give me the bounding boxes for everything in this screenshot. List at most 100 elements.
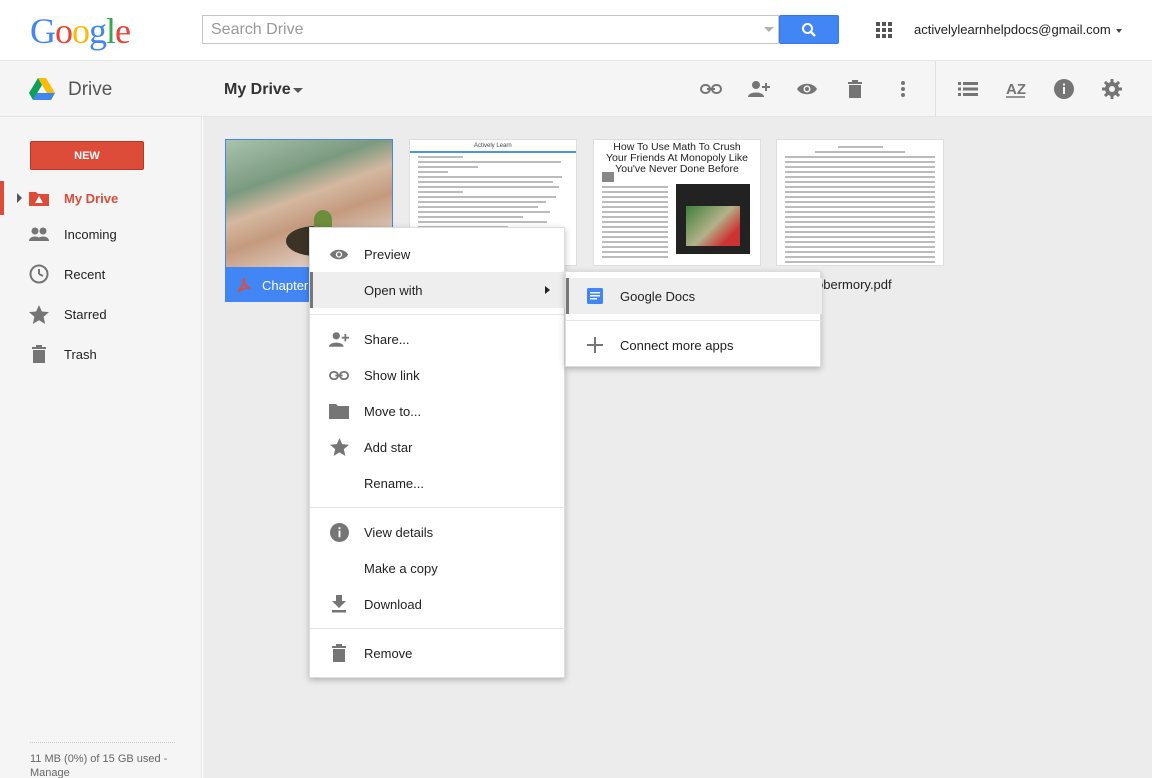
- submenu-divider: [566, 320, 822, 321]
- menu-item-label: Show link: [364, 367, 420, 383]
- star-icon: [28, 303, 50, 325]
- menu-item-label: View details: [364, 524, 434, 540]
- doc-header-title: Actively Learn: [474, 143, 512, 149]
- sidebar-item-incoming[interactable]: Incoming: [0, 217, 202, 251]
- manage-link[interactable]: Manage: [30, 766, 175, 778]
- trash-icon[interactable]: [843, 77, 867, 101]
- submenu-arrow-icon: [545, 286, 550, 294]
- submenu-item-google-docs[interactable]: Google Docs: [566, 278, 822, 314]
- search-button[interactable]: [779, 15, 839, 44]
- apps-grid-icon[interactable]: [876, 22, 892, 38]
- pdf-icon: [236, 277, 252, 293]
- document-text-preview: [785, 146, 935, 265]
- search-box[interactable]: [202, 15, 779, 44]
- context-menu: Preview Open with Share... Show link Mov…: [309, 227, 566, 678]
- search-options-dropdown-icon[interactable]: [764, 27, 774, 32]
- menu-item-label: Make a copy: [364, 560, 438, 576]
- menu-item-make-a-copy[interactable]: Make a copy: [310, 550, 566, 586]
- sidebar: NEW My Drive Incoming Recent Starred Tra…: [0, 117, 202, 778]
- menu-item-label: Remove: [364, 645, 413, 661]
- article-title: How To Use Math To Crush Your Friends At…: [605, 142, 749, 172]
- file-name[interactable]: obermory.pdf: [816, 277, 892, 292]
- sidebar-item-label: Recent: [64, 266, 106, 282]
- menu-item-add-star[interactable]: Add star: [310, 429, 566, 465]
- menu-item-download[interactable]: Download: [310, 586, 566, 622]
- top-bar: Google activelylearnhelpdocs@gmail.com: [0, 0, 1152, 60]
- menu-item-label: Download: [364, 596, 422, 612]
- sidebar-item-label: Starred: [64, 306, 107, 322]
- sidebar-item-my-drive[interactable]: My Drive: [0, 181, 202, 215]
- menu-divider: [310, 507, 566, 508]
- menu-item-label: Move to...: [364, 403, 422, 419]
- storage-quota: 11 MB (0%) of 15 GB used - Manage: [30, 742, 175, 778]
- article-text-preview: [602, 186, 668, 261]
- sidebar-item-starred[interactable]: Starred: [0, 297, 202, 331]
- menu-item-preview[interactable]: Preview: [310, 236, 566, 272]
- menu-item-move-to[interactable]: Move to...: [310, 393, 566, 429]
- menu-divider: [310, 314, 566, 315]
- doc-header-rule: [410, 151, 576, 153]
- menu-item-label: Share...: [364, 331, 410, 347]
- active-indicator: [0, 181, 4, 215]
- menu-item-show-link[interactable]: Show link: [310, 357, 566, 393]
- account-caret-icon[interactable]: [1116, 29, 1122, 33]
- search-input[interactable]: [203, 16, 743, 43]
- people-icon: [28, 223, 50, 245]
- menu-item-share[interactable]: Share...: [310, 321, 566, 357]
- star-icon: [328, 436, 350, 458]
- open-with-submenu: Google Docs Connect more apps: [565, 271, 822, 367]
- menu-item-view-details[interactable]: View details: [310, 514, 566, 550]
- file-tile-tobermory[interactable]: [776, 139, 944, 266]
- menu-item-label: Preview: [364, 246, 411, 262]
- drive-app-name: Drive: [68, 79, 113, 100]
- submenu-item-label: Connect more apps: [620, 337, 734, 353]
- my-drive-icon: [28, 187, 50, 209]
- file-tile-monopoly-article[interactable]: How To Use Math To Crush Your Friends At…: [593, 139, 761, 266]
- menu-item-remove[interactable]: Remove: [310, 635, 566, 671]
- document-text-preview: [418, 156, 568, 231]
- menu-item-label: Rename...: [364, 475, 424, 491]
- link-icon[interactable]: [699, 77, 723, 101]
- sidebar-item-trash[interactable]: Trash: [0, 337, 202, 371]
- sidebar-item-label: My Drive: [64, 190, 119, 206]
- list-view-icon[interactable]: [956, 77, 980, 101]
- preview-eye-icon[interactable]: [795, 77, 819, 101]
- google-docs-icon: [584, 285, 606, 307]
- menu-item-open-with[interactable]: Open with: [310, 272, 566, 308]
- expand-arrow-icon[interactable]: [17, 193, 22, 203]
- share-person-icon[interactable]: [747, 77, 771, 101]
- sidebar-item-recent[interactable]: Recent: [0, 257, 202, 291]
- account-email[interactable]: activelylearnhelpdocs@gmail.com: [914, 22, 1111, 37]
- share-person-icon: [328, 328, 350, 350]
- menu-divider: [310, 628, 566, 629]
- info-icon[interactable]: [1052, 77, 1076, 101]
- author-avatar: [602, 172, 614, 182]
- settings-gear-icon[interactable]: [1100, 77, 1124, 101]
- sidebar-item-label: Trash: [64, 346, 97, 362]
- search-icon: [802, 22, 816, 37]
- trash-icon: [28, 343, 50, 365]
- link-icon: [328, 364, 350, 386]
- plus-icon: [584, 334, 606, 356]
- menu-item-rename[interactable]: Rename...: [310, 465, 566, 501]
- clock-icon: [28, 263, 50, 285]
- folder-icon: [328, 400, 350, 422]
- new-button[interactable]: NEW: [30, 141, 144, 170]
- breadcrumb-caret-icon[interactable]: [293, 88, 303, 93]
- download-icon: [328, 593, 350, 615]
- menu-item-label: Open with: [364, 282, 423, 298]
- menu-item-label: Add star: [364, 439, 413, 455]
- more-vert-icon[interactable]: [891, 77, 915, 101]
- svg-text:AZ: AZ: [1006, 81, 1026, 98]
- drive-toolbar: Drive My Drive AZ: [0, 60, 1152, 117]
- info-icon: [328, 521, 350, 543]
- trash-icon: [328, 642, 350, 664]
- sort-az-icon[interactable]: AZ: [1004, 77, 1028, 101]
- breadcrumb-my-drive[interactable]: My Drive: [224, 81, 291, 99]
- drive-logo-icon[interactable]: [29, 78, 55, 103]
- monopoly-board-image: [676, 184, 750, 254]
- toolbar-divider: [935, 61, 936, 117]
- file-name: Chapter: [262, 277, 309, 293]
- google-logo[interactable]: Google: [30, 13, 131, 49]
- submenu-item-connect-more-apps[interactable]: Connect more apps: [566, 327, 822, 363]
